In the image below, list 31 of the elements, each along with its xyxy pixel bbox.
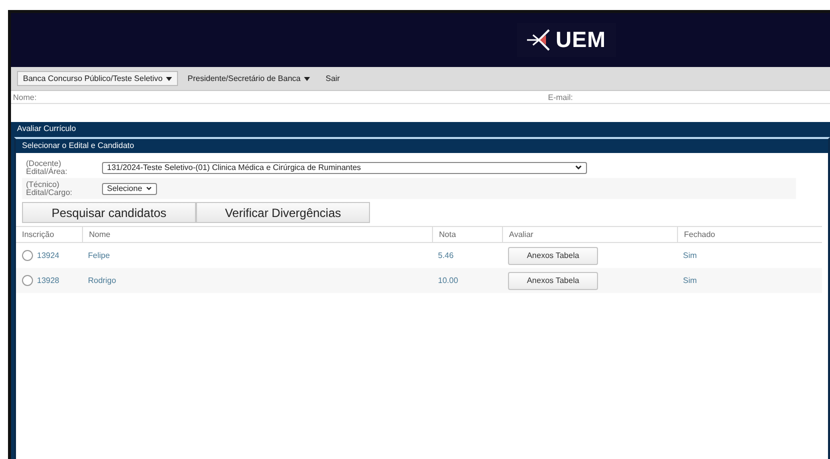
action-button[interactable]: Pesquisar candidatos <box>22 202 196 223</box>
table-cell: 10.00 <box>438 276 458 285</box>
attachments-button[interactable]: Anexos Tabela <box>508 246 598 264</box>
table-cell: Felipe <box>88 251 110 260</box>
table-cell: 13928 <box>37 276 60 285</box>
select-field[interactable]: 131/2024-Teste Seletivo-(01) Clinica Médica e Cirúrgica de Ruminantes <box>102 162 587 174</box>
menu-item[interactable]: Sair <box>320 71 346 86</box>
radio-button[interactable] <box>22 250 33 261</box>
field-label: (Técnico) Edital/Cargo: <box>26 180 74 196</box>
chevron-icon <box>575 165 582 170</box>
section-title: Selecionar o Edital e Candidato <box>16 139 828 153</box>
table-cell: Rodrigo <box>88 276 116 285</box>
email-label: E-mail: <box>548 92 573 102</box>
column-header: Nome <box>82 226 432 243</box>
field-label: (Docente) Edital/Área: <box>26 160 68 176</box>
attachments-button[interactable]: Anexos Tabela <box>508 272 598 290</box>
menu-item[interactable]: Presidente/Secretário de Banca <box>182 71 316 86</box>
action-button[interactable]: Verificar Divergências <box>196 202 370 223</box>
radio-button[interactable] <box>22 275 33 286</box>
select-field[interactable]: Selecione <box>102 182 157 194</box>
table-cell: Sim <box>683 251 697 260</box>
name-label: Nome: <box>13 92 38 102</box>
column-header: Fechado <box>677 226 822 243</box>
chevron-icon <box>146 186 152 191</box>
column-header: Avaliar <box>502 226 677 243</box>
table-cell: 5.46 <box>438 251 454 260</box>
table-cell: 13924 <box>37 251 60 260</box>
panel-title: Avaliar Currículo <box>16 123 77 135</box>
menu-item[interactable]: Banca Concurso Público/Teste Seletivo <box>17 71 178 86</box>
logo-text: UEM <box>556 27 606 53</box>
table-cell: Sim <box>683 276 697 285</box>
